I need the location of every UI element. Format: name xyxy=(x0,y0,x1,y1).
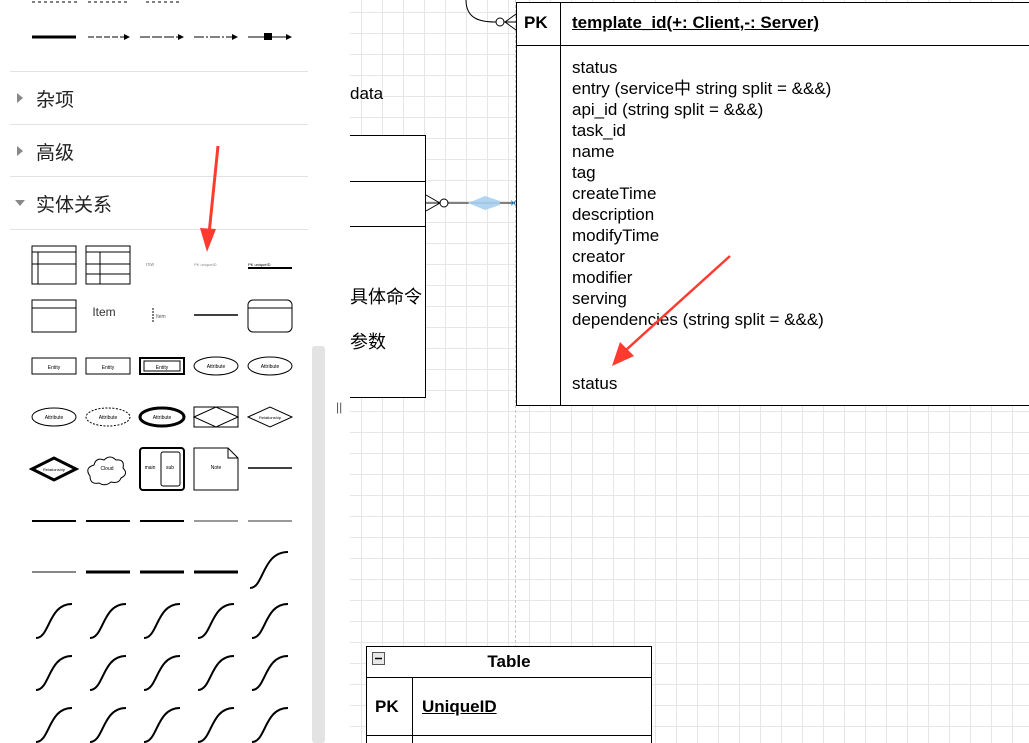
shape-attribute-1[interactable]: Attribute xyxy=(193,356,239,376)
shape-table-1[interactable] xyxy=(31,245,77,285)
connector-arrow-2[interactable] xyxy=(140,34,184,40)
connector-arrow-4[interactable] xyxy=(248,33,292,40)
entity-field[interactable]: entry (service中 string split = &&&) xyxy=(572,78,831,99)
section-advanced-label: 高级 xyxy=(36,142,75,164)
sidebar-splitter[interactable] xyxy=(330,0,350,743)
connector-arrow-3[interactable] xyxy=(194,34,238,40)
entity-field[interactable]: status xyxy=(572,57,617,78)
svg-text:Attribute: Attribute xyxy=(207,364,226,370)
shape-relation-curves-1[interactable] xyxy=(35,603,289,639)
shape-attribute-3[interactable]: Attribute xyxy=(31,407,77,427)
entity-field[interactable]: task_id xyxy=(572,120,626,141)
annotation-arrow-icon xyxy=(612,255,731,366)
svg-text:PK uniqueID: PK uniqueID xyxy=(248,262,271,267)
entity-field[interactable]: name xyxy=(572,141,615,162)
svg-text:Relationship: Relationship xyxy=(259,415,282,420)
entity-field[interactable]: modifyTime xyxy=(572,225,659,246)
svg-text:sub: sub xyxy=(166,465,174,471)
section-misc[interactable]: 杂项 xyxy=(10,71,308,124)
shape-entity-list[interactable] xyxy=(31,299,77,333)
svg-text:Entity: Entity xyxy=(102,365,115,371)
shape-row-text[interactable]: row xyxy=(146,262,154,268)
er-shapes-palette: row PK uniqueID PK uniqueID Item Item En… xyxy=(28,245,294,743)
chevron-right-icon xyxy=(17,93,23,103)
top-connector[interactable] xyxy=(460,0,520,34)
shape-entity-2[interactable]: Entity xyxy=(85,357,131,375)
svg-text:Attribute: Attribute xyxy=(153,415,172,421)
main-entity-pk-label[interactable]: PK xyxy=(524,13,548,33)
svg-text:Cloud: Cloud xyxy=(100,466,113,472)
shape-main-sub[interactable]: main sub xyxy=(139,447,185,491)
left-entity-label[interactable]: data xyxy=(350,84,383,104)
shape-relation-lines-2[interactable] xyxy=(32,551,289,589)
left-entity[interactable] xyxy=(350,135,426,398)
entity-field[interactable]: tag xyxy=(572,162,596,183)
shape-cloud[interactable]: Cloud xyxy=(87,456,127,486)
shape-identifying-relationship[interactable]: Relationship xyxy=(28,456,80,482)
svg-text:Entity: Entity xyxy=(156,365,169,371)
shape-associative-entity[interactable] xyxy=(192,406,240,428)
svg-text:Attribute: Attribute xyxy=(45,415,64,421)
svg-text:Attribute: Attribute xyxy=(99,415,118,421)
shape-relationship[interactable]: Relationship xyxy=(246,406,294,428)
chevron-right-icon xyxy=(17,146,23,156)
section-misc-label: 杂项 xyxy=(36,89,75,111)
shape-sidebar: 杂项 高级 实体关系 row PK uniqueID PK uniqueID I… xyxy=(0,0,331,743)
chevron-down-icon xyxy=(15,200,25,206)
entity-field[interactable]: api_id (string split = &&&) xyxy=(572,99,763,120)
section-entity-relation[interactable]: 实体关系 xyxy=(10,176,308,230)
main-entity-pk-field[interactable]: template_id(+: Client,-: Server) xyxy=(572,13,819,33)
splitter-handle-icon[interactable]: || xyxy=(336,400,342,414)
section-entity-relation-label: 实体关系 xyxy=(36,194,113,216)
shape-attribute-dashed[interactable]: Attribute xyxy=(85,407,131,427)
shape-table-2[interactable] xyxy=(85,245,131,285)
entity-field[interactable]: createTime xyxy=(572,183,656,204)
svg-text:Entity: Entity xyxy=(48,365,61,371)
entity-field-last[interactable]: status xyxy=(572,373,617,394)
svg-text:Note: Note xyxy=(211,465,222,471)
shape-attribute-2[interactable]: Attribute xyxy=(247,356,293,376)
shape-note[interactable]: Note xyxy=(193,447,239,491)
section-advanced[interactable]: 高级 xyxy=(10,124,308,177)
shape-relation-curves-3[interactable] xyxy=(35,707,289,743)
shape-item-bar[interactable]: Item xyxy=(152,308,166,322)
shape-entity-box[interactable] xyxy=(247,299,293,333)
shape-attribute-bold[interactable]: Attribute xyxy=(138,406,186,428)
table-entity-pk-field[interactable]: UniqueID xyxy=(422,697,497,717)
svg-text:main: main xyxy=(145,465,156,471)
entity-field[interactable]: description xyxy=(572,204,654,225)
connector-arrow-1[interactable] xyxy=(88,34,130,40)
sidebar-scrollbar[interactable] xyxy=(312,346,325,743)
shape-weak-entity[interactable]: Entity xyxy=(139,357,185,375)
shape-entity-1[interactable]: Entity xyxy=(31,357,77,375)
table-entity-pk-label[interactable]: PK xyxy=(375,697,399,717)
shape-pk-row-text[interactable]: PK uniqueID xyxy=(194,262,217,267)
svg-text:Attribute: Attribute xyxy=(261,364,280,370)
table-entity-title[interactable]: Table xyxy=(366,652,652,672)
shape-relation-curves-2[interactable] xyxy=(35,655,289,691)
left-entity-command[interactable]: 具体命令 xyxy=(350,283,422,309)
diagram-canvas[interactable]: data 具体命令 参数 × × PK template_id(+: Clien… xyxy=(350,0,1029,743)
annotation-arrow-icon xyxy=(200,145,220,252)
shape-pk-row-line[interactable]: PK uniqueID xyxy=(248,262,292,269)
svg-text:Relationship: Relationship xyxy=(43,467,66,472)
connector-shapes-row xyxy=(32,1,292,40)
shape-item-text[interactable]: Item xyxy=(92,305,115,319)
svg-text:Item: Item xyxy=(156,314,166,320)
left-entity-param[interactable]: 参数 xyxy=(350,328,386,354)
